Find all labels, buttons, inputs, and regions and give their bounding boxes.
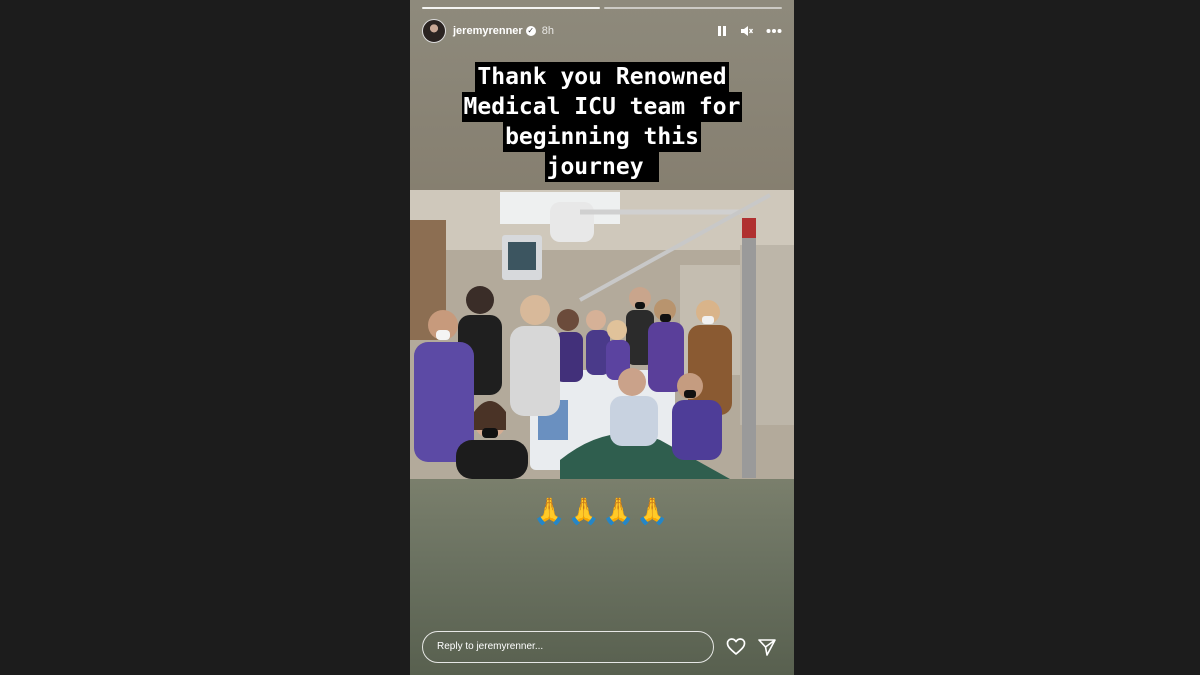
story-progress-bar-2 — [604, 7, 782, 9]
heart-icon[interactable] — [726, 637, 746, 657]
story-progress-bar-1 — [422, 7, 600, 9]
avatar[interactable] — [422, 19, 446, 43]
story-viewer[interactable]: jeremyrenner ✓ 8h Thank you Renowned Med… — [410, 0, 794, 675]
story-caption: Thank you Renowned Medical ICU team for … — [410, 62, 794, 182]
prayer-hands-emoji: 🙏🙏🙏🙏 — [533, 496, 671, 526]
caption-line-4: journey — [544, 152, 660, 182]
story-controls — [716, 25, 782, 37]
caption-line-3: beginning this — [503, 122, 701, 152]
reply-input[interactable]: Reply to jeremyrenner... — [422, 631, 714, 663]
speaker-muted-icon[interactable] — [740, 25, 754, 37]
caption-line-1: Thank you Renowned — [475, 62, 729, 92]
send-paper-plane-icon[interactable] — [757, 637, 777, 657]
story-photo — [410, 190, 794, 479]
story-header: jeremyrenner ✓ 8h — [422, 18, 782, 44]
verified-badge-icon: ✓ — [525, 26, 536, 36]
more-options-icon[interactable] — [766, 28, 782, 34]
post-time: 8h — [541, 25, 554, 37]
pause-icon[interactable] — [716, 25, 728, 37]
username[interactable]: jeremyrenner — [453, 25, 523, 37]
caption-line-2: Medical ICU team for — [461, 92, 743, 122]
